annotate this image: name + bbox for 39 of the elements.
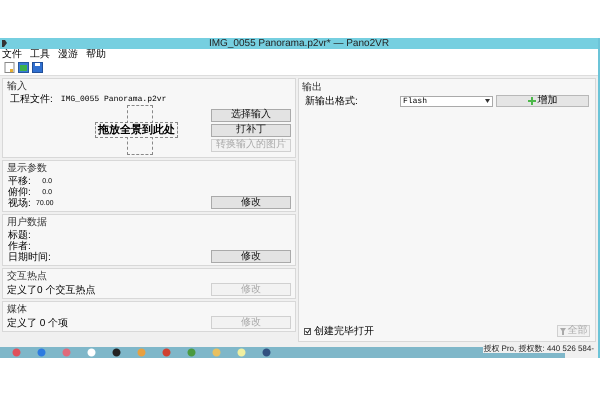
group-title: 用户数据 bbox=[7, 217, 48, 228]
summary-text: 定义了 0 个项 bbox=[7, 318, 70, 329]
taskbar-app-icon[interactable] bbox=[112, 348, 121, 357]
menu-item[interactable]: 漫游 bbox=[58, 49, 78, 60]
menu-item[interactable]: 文件 bbox=[2, 49, 22, 60]
project-file-name: IMG_0055 Panorama.p2vr bbox=[60, 95, 166, 104]
group-title: 交互热点 bbox=[7, 271, 48, 282]
group-title: 显示参数 bbox=[7, 163, 48, 174]
field-label: 平移: bbox=[8, 176, 32, 187]
modify-button[interactable]: 修改 bbox=[211, 250, 291, 263]
menu-item[interactable]: 工具 bbox=[30, 49, 50, 60]
field-label: 日期时间: bbox=[8, 252, 52, 263]
field-label: 标题: bbox=[8, 230, 32, 241]
app-icon bbox=[1, 40, 7, 47]
window-title: IMG_0055 Panorama.p2vr* — Pano2VR bbox=[208, 38, 390, 49]
dropdown-arrow-icon bbox=[485, 99, 490, 103]
group-title: 输出 bbox=[302, 82, 323, 93]
menu-item[interactable]: 帮助 bbox=[86, 49, 106, 60]
field-label: 工程文件: bbox=[10, 94, 53, 105]
new-document-icon[interactable] bbox=[4, 62, 15, 73]
save-icon[interactable] bbox=[32, 62, 43, 73]
plus-icon bbox=[528, 97, 536, 105]
checkbox-label[interactable]: 创建完毕打开 bbox=[314, 326, 557, 336]
field-label: 作者: bbox=[8, 241, 31, 252]
modify-button[interactable]: 修改 bbox=[211, 196, 291, 209]
action-button[interactable]: 选择输入 bbox=[211, 108, 291, 122]
status-text: 授权 Pro, 授权数: 440 526 584- bbox=[483, 344, 594, 353]
format-dropdown[interactable]: Flash bbox=[400, 96, 493, 106]
field-label: 俯仰: bbox=[8, 187, 32, 198]
group-title: 输入 bbox=[7, 81, 28, 92]
field-label: 新输出格式: bbox=[305, 96, 359, 106]
action-button[interactable]: 打补丁 bbox=[211, 124, 291, 136]
checkbox[interactable] bbox=[304, 328, 311, 334]
group-title: 媒体 bbox=[7, 304, 28, 315]
summary-text: 定义了0 个交互热点 bbox=[7, 285, 96, 296]
drop-hint: 拖放全景到此处 bbox=[95, 122, 178, 138]
add-button[interactable]: 增加 bbox=[496, 95, 589, 107]
taskbar-app-icon[interactable] bbox=[262, 348, 271, 357]
field-label: 视场: bbox=[8, 198, 32, 209]
